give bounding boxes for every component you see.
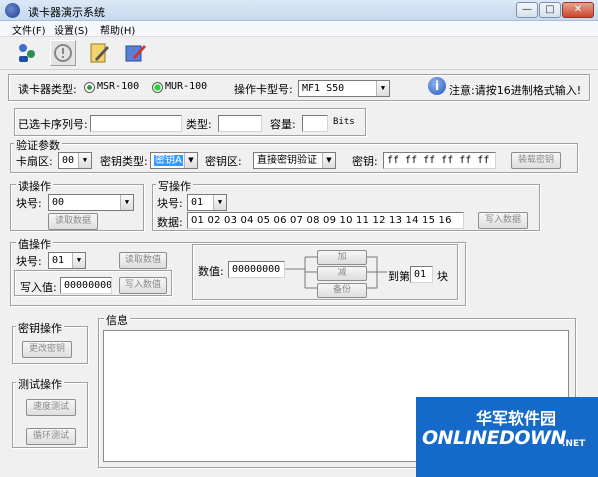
notepad-icon[interactable] xyxy=(86,40,112,66)
to-block-label: 到第 xyxy=(388,270,410,283)
read-block-label: 块号: xyxy=(16,197,42,210)
read-block-value: 00 xyxy=(52,197,65,208)
key-type-select[interactable]: 密钥A ▼ xyxy=(150,152,198,169)
key-area-select[interactable]: 直接密钥验证 ▼ xyxy=(253,152,336,169)
write-value-field[interactable]: 00000000 xyxy=(60,277,112,294)
load-key-button[interactable]: 装载密钥 xyxy=(511,152,561,169)
block-suffix: 块 xyxy=(437,270,448,283)
write-icon[interactable] xyxy=(122,40,148,66)
write-block-select[interactable]: 01 ▼ xyxy=(187,194,227,211)
loop-test-button[interactable]: 循环测试 xyxy=(26,428,76,445)
card-model-value: MF1 S50 xyxy=(302,83,345,94)
stop-icon[interactable] xyxy=(50,40,76,66)
write-data-field[interactable]: 01 02 03 04 05 06 07 08 09 10 11 12 13 1… xyxy=(187,212,464,229)
read-legend: 读操作 xyxy=(16,178,53,194)
key-type-label: 密钥类型: xyxy=(100,155,148,168)
read-value-button[interactable]: 读取数值 xyxy=(119,252,167,269)
write-value-label: 写入值: xyxy=(20,281,57,294)
card-model-label: 操作卡型号: xyxy=(234,83,293,96)
write-block-label: 块号: xyxy=(157,197,183,210)
key-type-value: 密钥A xyxy=(154,155,183,166)
info-icon: i xyxy=(428,77,446,95)
chevron-down-icon: ▼ xyxy=(213,195,226,210)
info-legend: 信息 xyxy=(104,312,130,328)
read-data-button[interactable]: 读取数据 xyxy=(48,213,98,230)
write-data-label: 数据: xyxy=(157,216,183,229)
num-field[interactable]: 00000000 xyxy=(228,261,285,278)
bits-unit: Bits xyxy=(333,117,355,127)
minimize-button[interactable]: — xyxy=(516,2,538,18)
write-legend: 写操作 xyxy=(156,178,193,194)
chevron-down-icon: ▼ xyxy=(184,153,197,168)
msr-label: MSR-100 xyxy=(97,81,140,92)
connect-icon[interactable] xyxy=(14,40,40,66)
write-data-button[interactable]: 写入数据 xyxy=(478,212,528,229)
num-label: 数值: xyxy=(198,265,224,278)
sector-label: 卡扇区: xyxy=(16,155,53,168)
reader-type-label: 读卡器类型: xyxy=(18,83,77,96)
chevron-down-icon: ▼ xyxy=(322,153,335,168)
subtract-button[interactable]: 减 xyxy=(317,266,367,281)
menu-file[interactable]: 文件(F) xyxy=(12,22,46,37)
write-value-button[interactable]: 写入数值 xyxy=(119,277,167,294)
watermark-net: .NET xyxy=(562,439,586,449)
close-button[interactable]: ✕ xyxy=(562,2,594,18)
value-legend: 值操作 xyxy=(16,236,53,252)
key-label: 密钥: xyxy=(352,155,378,168)
read-block-select[interactable]: 00 ▼ xyxy=(48,194,134,211)
value-block-select[interactable]: 01 ▼ xyxy=(48,252,86,269)
app-icon xyxy=(5,3,20,18)
menu-settings[interactable]: 设置(S) xyxy=(54,22,88,37)
to-block-field[interactable]: 01 xyxy=(410,266,433,283)
maximize-button[interactable]: □ xyxy=(539,2,561,18)
chevron-down-icon: ▼ xyxy=(120,195,133,210)
mur-label: MUR-100 xyxy=(165,81,208,92)
chevron-down-icon: ▼ xyxy=(72,253,85,268)
card-model-select[interactable]: MF1 S50 ▼ xyxy=(298,80,390,97)
menu-help[interactable]: 帮助(H) xyxy=(100,22,135,37)
add-button[interactable]: 加 xyxy=(317,250,367,265)
key-area-value: 直接密钥验证 xyxy=(257,155,317,166)
msr-radio[interactable] xyxy=(84,82,95,93)
value-block-value: 01 xyxy=(52,255,65,266)
key-area-label: 密钥区: xyxy=(205,155,242,168)
card-type-label: 类型: xyxy=(186,118,212,131)
capacity-field[interactable] xyxy=(302,115,328,132)
serial-label: 已选卡序列号: xyxy=(18,118,88,131)
test-op-legend: 测试操作 xyxy=(16,376,64,392)
menu-bar xyxy=(0,21,598,37)
sector-value: 00 xyxy=(62,155,75,166)
speed-test-button[interactable]: 速度测试 xyxy=(26,399,76,416)
key-field[interactable]: ff ff ff ff ff ff xyxy=(383,152,496,169)
chevron-down-icon: ▼ xyxy=(78,153,91,168)
card-type-field[interactable] xyxy=(218,115,262,132)
capacity-label: 容量: xyxy=(270,118,296,131)
value-block-label: 块号: xyxy=(16,255,42,268)
key-op-legend: 密钥操作 xyxy=(16,320,64,336)
sector-select[interactable]: 00 ▼ xyxy=(58,152,92,169)
serial-field[interactable] xyxy=(90,115,182,132)
change-key-button[interactable]: 更改密钥 xyxy=(22,341,72,358)
write-block-value: 01 xyxy=(191,197,204,208)
watermark-cn: 华军软件园 xyxy=(476,409,557,428)
backup-button[interactable]: 备份 xyxy=(317,283,367,298)
hex-notice: 注意:请按16进制格式输入! xyxy=(449,84,582,97)
window-title: 读卡器演示系统 xyxy=(28,6,105,19)
auth-legend: 验证参数 xyxy=(14,137,62,153)
watermark-en: ONLINEDOWN xyxy=(422,427,566,449)
mur-radio[interactable] xyxy=(152,82,163,93)
watermark-logo: 华军软件园 ONLINEDOWN .NET xyxy=(416,397,598,477)
chevron-down-icon: ▼ xyxy=(376,81,389,96)
